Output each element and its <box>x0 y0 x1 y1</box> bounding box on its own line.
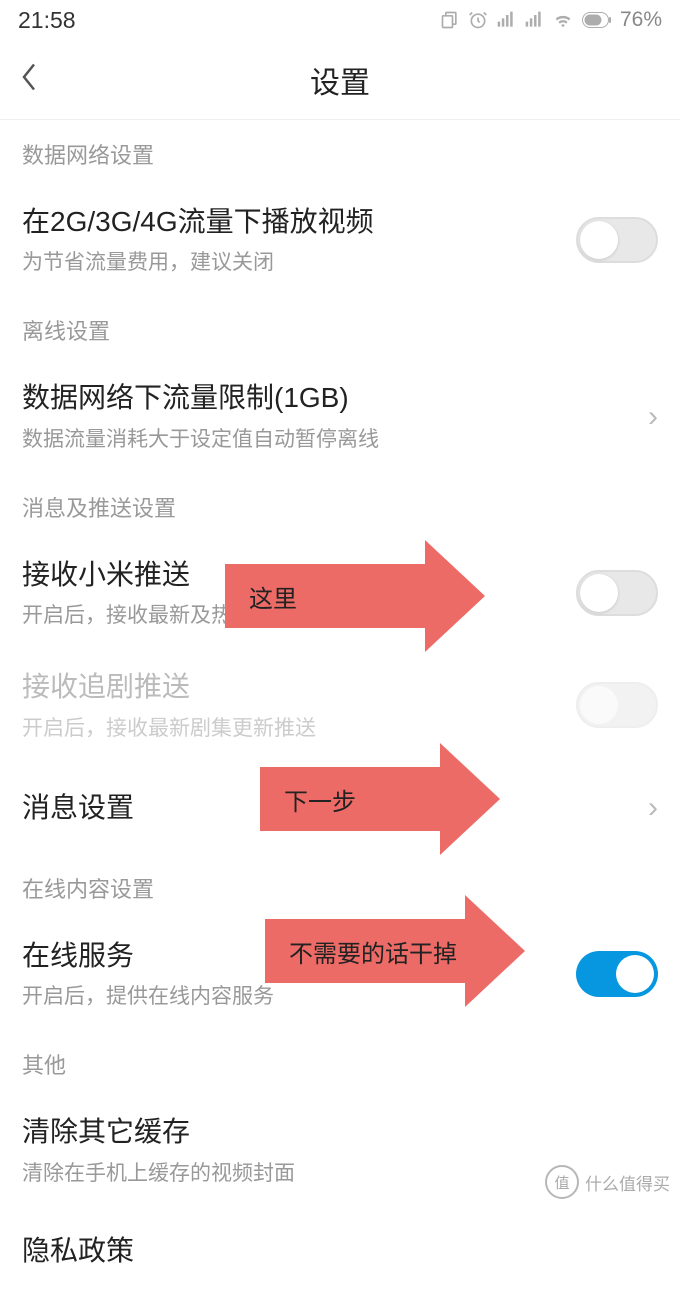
row-title: 接收追剧推送 <box>22 669 576 705</box>
clone-icon <box>440 10 460 30</box>
row-title: 数据网络下流量限制(1GB) <box>22 380 648 416</box>
row-title: 清除其它缓存 <box>22 1114 658 1150</box>
page-header: 设置 <box>0 40 680 120</box>
watermark-badge: 值 <box>545 1165 579 1199</box>
battery-percent: 76% <box>620 8 662 32</box>
wifi-icon <box>552 9 574 31</box>
section-header-network: 数据网络设置 <box>0 120 680 184</box>
toggle-drama-push <box>576 682 658 728</box>
toggle-mobile-play[interactable] <box>576 217 658 263</box>
chevron-left-icon <box>20 62 38 92</box>
signal-icon-2 <box>524 10 544 30</box>
battery-icon <box>582 12 612 28</box>
section-header-push: 消息及推送设置 <box>0 473 680 537</box>
row-subtitle: 开启后，接收最新剧集更新推送 <box>22 712 576 742</box>
page-title: 设置 <box>0 58 680 102</box>
watermark: 值 什么值得买 <box>545 1165 670 1199</box>
row-subtitle: 为节省流量费用，建议关闭 <box>22 246 576 276</box>
chevron-right-icon: › <box>648 400 658 434</box>
status-bar: 21:58 76% <box>0 0 680 40</box>
status-icons: 76% <box>440 8 662 32</box>
watermark-text: 什么值得买 <box>585 1170 670 1195</box>
toggle-xiaomi-push[interactable] <box>576 570 658 616</box>
row-data-limit[interactable]: 数据网络下流量限制(1GB) 数据流量消耗大于设定值自动暂停离线 › <box>0 360 680 472</box>
toggle-online-service[interactable] <box>576 951 658 997</box>
status-time: 21:58 <box>18 7 76 34</box>
row-subtitle: 数据流量消耗大于设定值自动暂停离线 <box>22 423 648 453</box>
row-privacy-policy[interactable]: 隐私政策 <box>0 1207 680 1291</box>
chevron-right-icon: › <box>648 791 658 825</box>
annotation-arrow-2: 下一步 <box>260 743 500 855</box>
section-header-other: 其他 <box>0 1030 680 1094</box>
signal-icon <box>496 10 516 30</box>
back-button[interactable] <box>20 59 38 101</box>
alarm-icon <box>468 10 488 30</box>
annotation-arrow-3: 不需要的话干掉 <box>265 895 525 1007</box>
row-mobile-play[interactable]: 在2G/3G/4G流量下播放视频 为节省流量费用，建议关闭 <box>0 184 680 296</box>
section-header-offline: 离线设置 <box>0 296 680 360</box>
annotation-arrow-1: 这里 <box>225 540 485 652</box>
row-title: 在2G/3G/4G流量下播放视频 <box>22 204 576 240</box>
